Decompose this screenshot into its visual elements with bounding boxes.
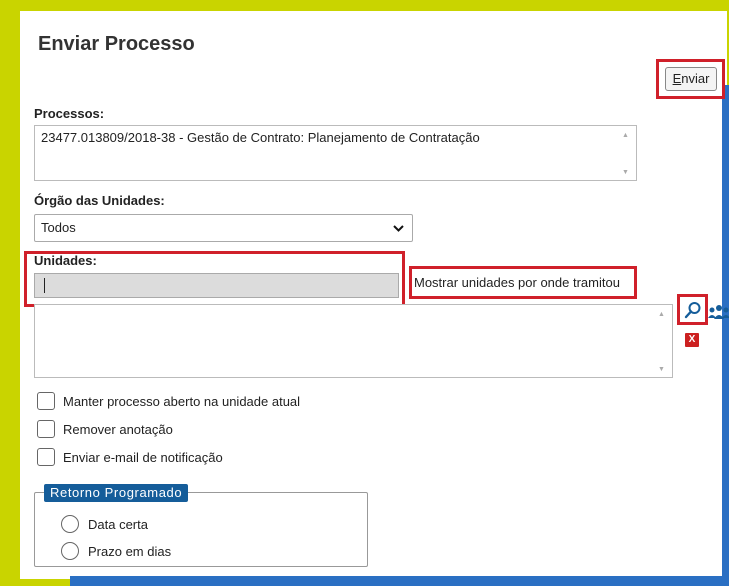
page-title: Enviar Processo [38,33,195,55]
highlight-send-button [656,59,725,99]
option-label: Manter processo aberto na unidade atual [63,393,301,409]
radio-button[interactable] [61,542,79,560]
unidades-selected-list[interactable]: ▲ ▼ [34,304,673,378]
option-label: Remover anotação [63,421,173,437]
option-manter-aberto[interactable]: Manter processo aberto na unidade atual [37,391,300,411]
processo-item[interactable]: 23477.013809/2018-38 - Gestão de Contrat… [41,130,480,145]
remove-x-icon[interactable]: X [685,333,699,347]
radio-label: Prazo em dias [88,543,172,559]
green-frame-bottom [20,579,70,586]
scroll-down-icon[interactable]: ▼ [622,169,629,176]
processos-list[interactable]: 23477.013809/2018-38 - Gestão de Contrat… [34,125,637,181]
option-label: Enviar e-mail de notificação [63,449,223,465]
orgao-label: Órgão das Unidades: [34,193,165,208]
highlight-search-icon [677,294,708,325]
radio-prazo-em-dias[interactable]: Prazo em dias [61,541,171,561]
radio-button[interactable] [61,515,79,533]
radio-data-certa[interactable]: Data certa [61,514,148,534]
orgao-select[interactable]: Todos [34,214,413,242]
radio-label: Data certa [88,516,148,532]
option-remover-anotacao[interactable]: Remover anotação [37,419,173,439]
unidades-scrollbar[interactable]: ▲ ▼ [658,309,668,373]
people-icon[interactable] [708,304,729,320]
checkbox[interactable] [37,448,55,466]
highlight-show-units-link [409,266,637,299]
scroll-down-icon[interactable]: ▼ [658,366,665,373]
chevron-down-icon [393,215,404,250]
highlight-unidades [24,251,405,307]
checkbox[interactable] [37,392,55,410]
processos-scrollbar[interactable]: ▲ ▼ [622,130,632,176]
scroll-up-icon[interactable]: ▲ [658,311,665,318]
checkbox[interactable] [37,420,55,438]
blue-frame-bottom [70,576,729,586]
blue-frame-right [722,85,729,586]
processos-label: Processos: [34,106,105,121]
scroll-up-icon[interactable]: ▲ [622,132,629,139]
orgao-selected-value: Todos [41,220,76,235]
option-enviar-email[interactable]: Enviar e-mail de notificação [37,447,223,467]
retorno-programado-legend: Retorno Programado [44,484,189,502]
